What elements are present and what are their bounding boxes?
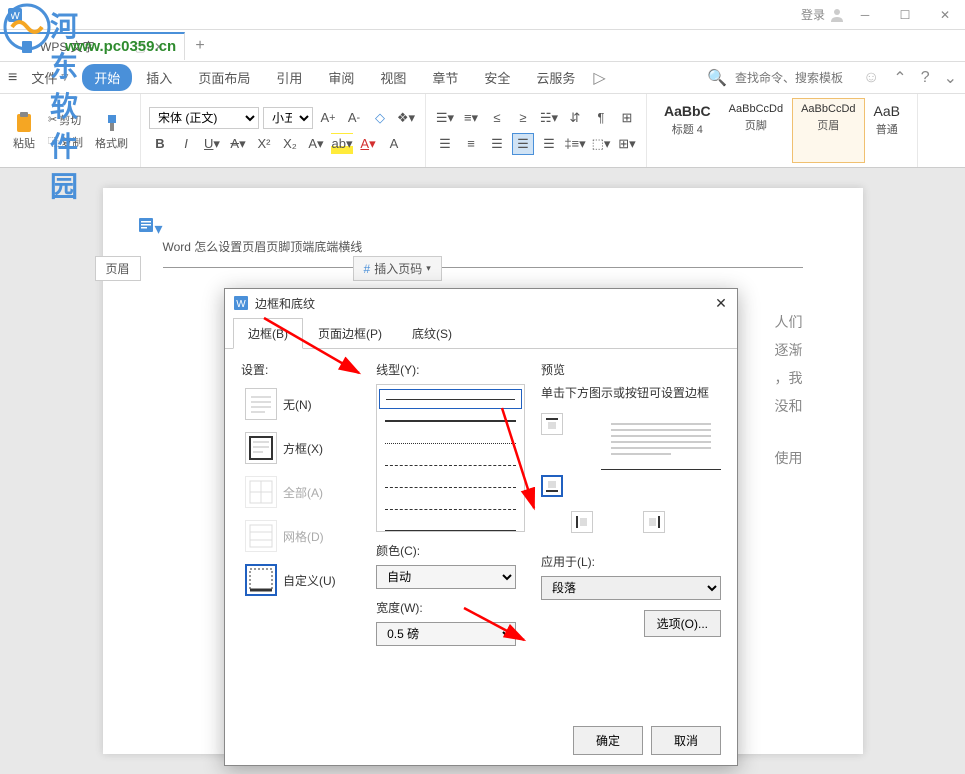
cancel-button[interactable]: 取消: [651, 726, 721, 755]
setting-custom[interactable]: 自定义(U): [241, 560, 360, 600]
edge-top-button[interactable]: [541, 413, 563, 435]
dialog-tabs: 边框(B) 页面边框(P) 底纹(S): [225, 317, 737, 349]
svg-text:W: W: [236, 299, 246, 310]
borders-dialog: W 边框和底纹 ✕ 边框(B) 页面边框(P) 底纹(S) 设置: 无(N) 方…: [224, 288, 738, 766]
line-item[interactable]: [379, 389, 522, 409]
line-style-list[interactable]: [376, 384, 525, 532]
edge-bottom-button[interactable]: [541, 475, 563, 497]
tab-shading[interactable]: 底纹(S): [397, 318, 467, 349]
custom-icon: [245, 564, 277, 596]
preview-label: 预览: [541, 361, 721, 378]
line-item[interactable]: [379, 499, 522, 519]
none-icon: [245, 388, 277, 420]
line-item[interactable]: [379, 433, 522, 453]
all-icon: [245, 476, 277, 508]
dialog-title-text: 边框和底纹: [255, 295, 315, 312]
setting-grid[interactable]: 网格(D): [241, 516, 360, 556]
settings-label: 设置:: [241, 361, 360, 378]
apply-row: 应用于(L): 段落 选项(O)...: [541, 553, 721, 600]
dialog-footer: 确定 取消: [225, 716, 737, 765]
dialog-body: 设置: 无(N) 方框(X) 全部(A) 网格(D): [225, 349, 737, 716]
line-item[interactable]: [379, 455, 522, 475]
dialog-close-button[interactable]: ✕: [711, 293, 731, 313]
preview-controls: [541, 413, 721, 503]
line-item[interactable]: [379, 521, 522, 532]
line-column: 线型(Y): 颜色(C): 自动 宽度(W): 0.5 磅: [376, 361, 525, 704]
setting-box[interactable]: 方框(X): [241, 428, 360, 468]
apply-select[interactable]: 段落: [541, 576, 721, 600]
edge-buttons-horizontal: [571, 511, 721, 533]
preview-hint: 单击下方图示或按钮可设置边框: [541, 384, 721, 401]
apply-label: 应用于(L):: [541, 553, 721, 570]
width-label: 宽度(W):: [376, 599, 525, 616]
tab-border[interactable]: 边框(B): [233, 318, 303, 349]
color-select[interactable]: 自动: [376, 565, 516, 589]
setting-all[interactable]: 全部(A): [241, 472, 360, 512]
dialog-overlay: W 边框和底纹 ✕ 边框(B) 页面边框(P) 底纹(S) 设置: 无(N) 方…: [0, 0, 965, 774]
edge-right-button[interactable]: [643, 511, 665, 533]
options-button[interactable]: 选项(O)...: [644, 610, 721, 637]
settings-column: 设置: 无(N) 方框(X) 全部(A) 网格(D): [241, 361, 360, 704]
line-label: 线型(Y):: [376, 361, 525, 378]
edge-left-button[interactable]: [571, 511, 593, 533]
line-item[interactable]: [379, 477, 522, 497]
setting-none[interactable]: 无(N): [241, 384, 360, 424]
tab-page-border[interactable]: 页面边框(P): [303, 318, 397, 349]
ok-button[interactable]: 确定: [573, 726, 643, 755]
grid-icon: [245, 520, 277, 552]
line-item[interactable]: [379, 411, 522, 431]
preview-canvas[interactable]: [601, 413, 721, 503]
color-label: 颜色(C):: [376, 542, 525, 559]
box-icon: [245, 432, 277, 464]
width-select[interactable]: 0.5 磅: [376, 622, 516, 646]
dialog-titlebar: W 边框和底纹 ✕: [225, 289, 737, 317]
dialog-icon: W: [233, 295, 249, 311]
edge-buttons-vertical: [541, 413, 563, 503]
preview-column: 预览 单击下方图示或按钮可设置边框: [541, 361, 721, 704]
